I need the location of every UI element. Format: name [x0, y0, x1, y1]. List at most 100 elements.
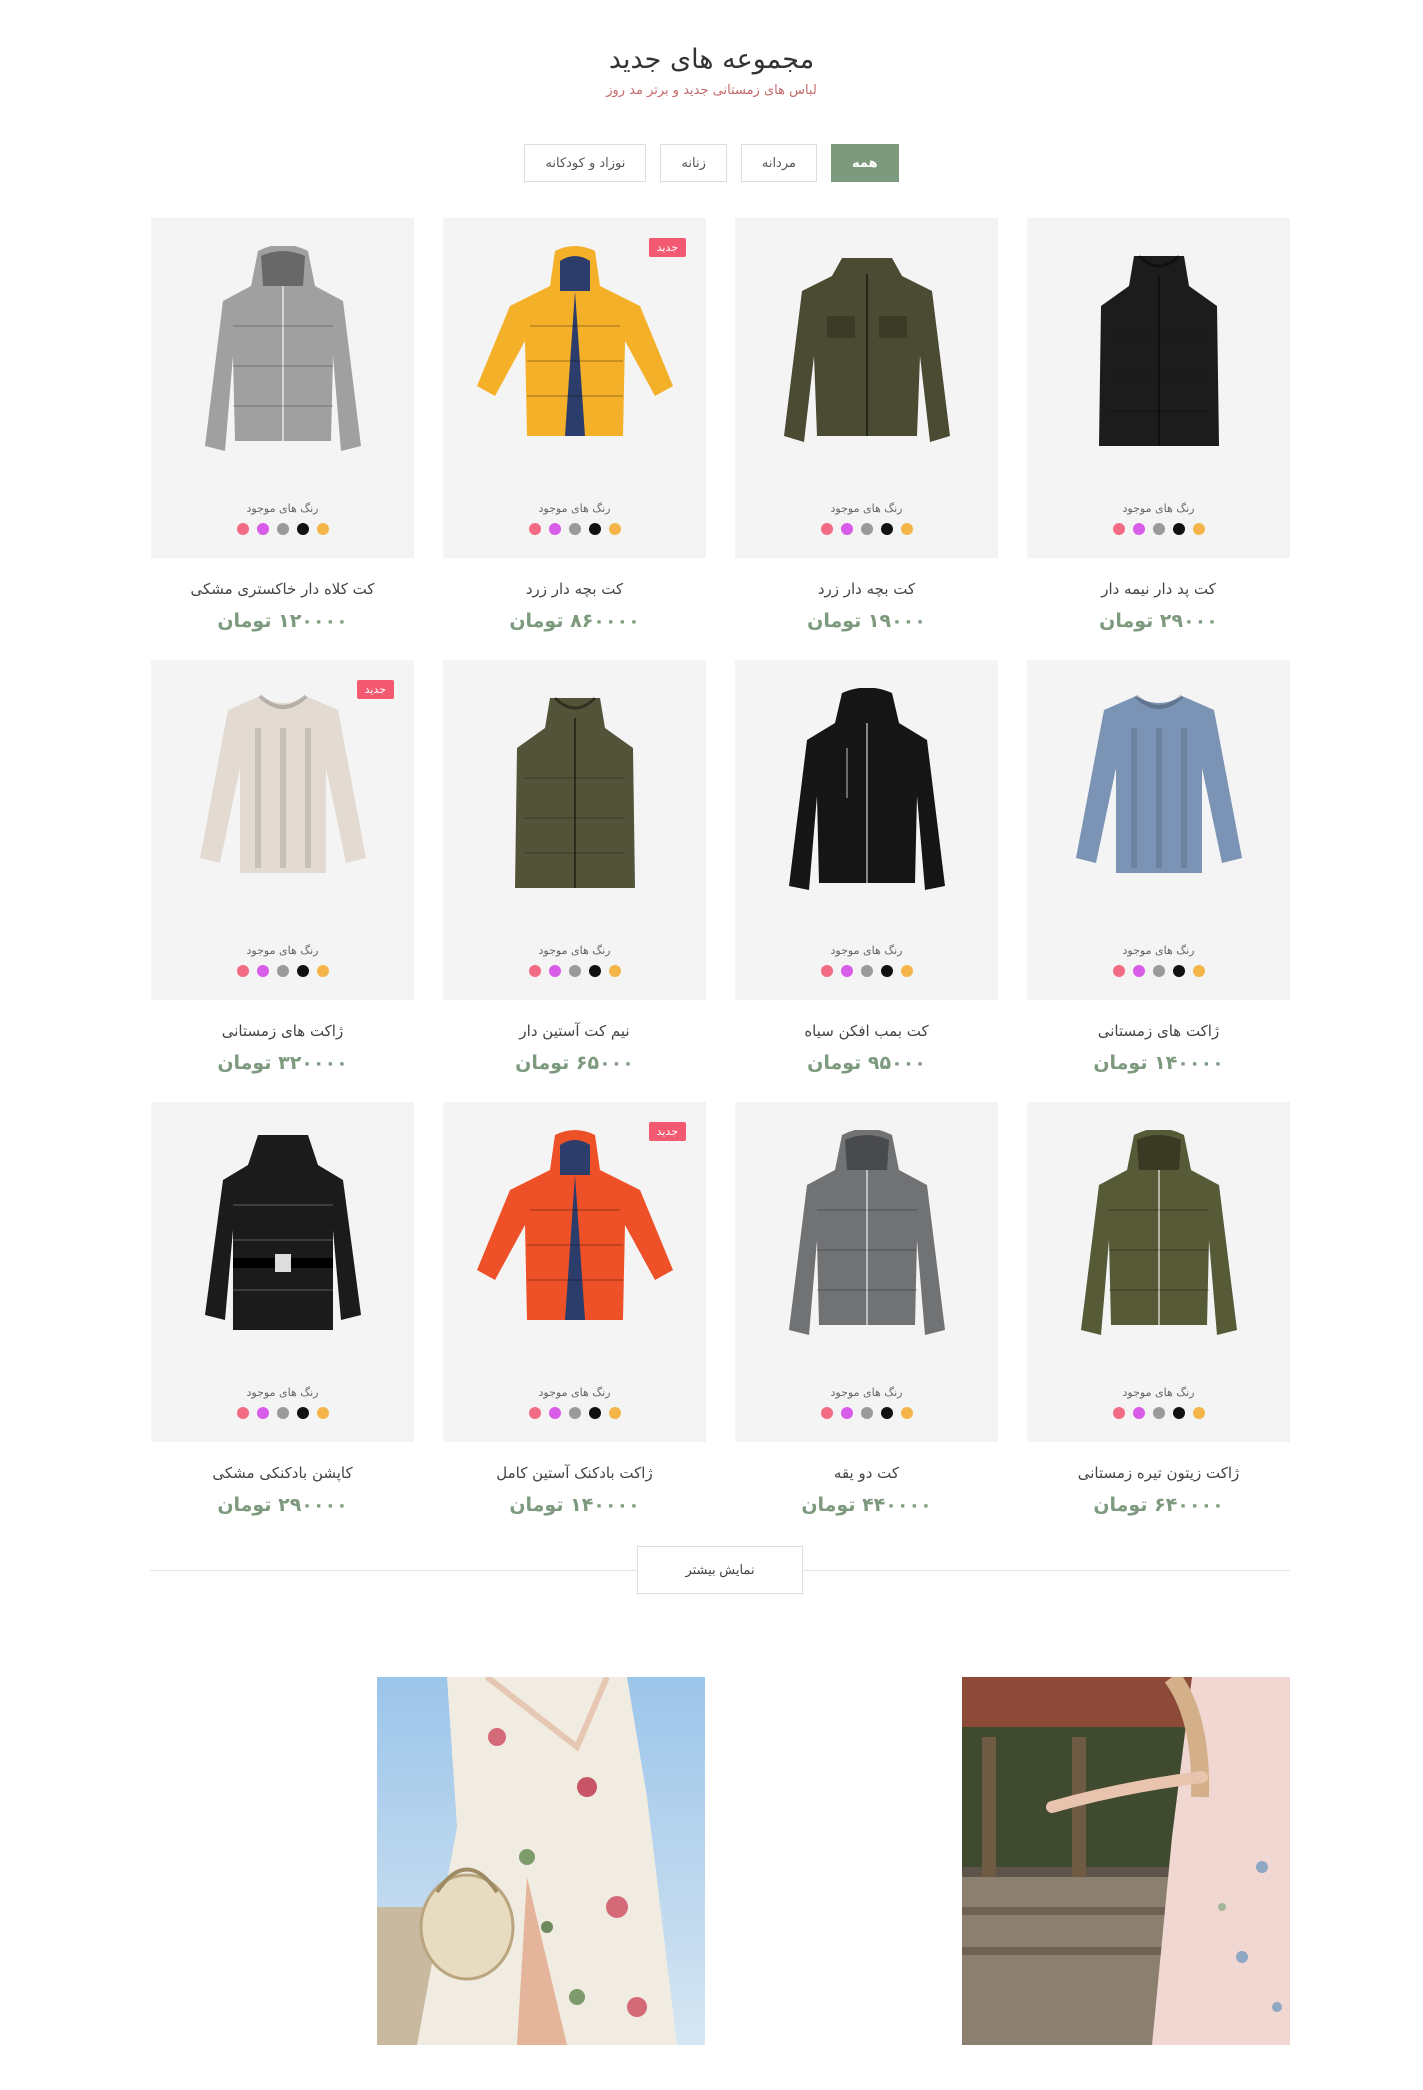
color-swatch[interactable]	[1132, 523, 1145, 535]
color-swatch[interactable]	[1152, 965, 1165, 977]
color-swatch[interactable]	[1152, 523, 1165, 535]
product-name[interactable]: کت بچه دار زرد	[735, 580, 998, 598]
product-card[interactable]: رنگ های موجود کت دو یقه ۴۴۰۰۰۰ تومان	[735, 1102, 998, 1544]
color-swatch[interactable]	[1172, 1407, 1185, 1419]
color-swatch[interactable]	[820, 965, 833, 977]
product-name[interactable]: نیم کت آستین دار	[443, 1022, 706, 1040]
color-swatch[interactable]	[820, 523, 833, 535]
color-swatch[interactable]	[276, 965, 289, 977]
product-image-area[interactable]: جدید رنگ های موجود	[443, 218, 706, 558]
product-image-area[interactable]: رنگ های موجود	[443, 660, 706, 1000]
color-swatch[interactable]	[608, 965, 621, 977]
color-swatch[interactable]	[528, 1407, 541, 1419]
color-swatch[interactable]	[1112, 965, 1125, 977]
color-swatch[interactable]	[840, 523, 853, 535]
product-name[interactable]: کاپشن بادکنکی مشکی	[151, 1464, 414, 1482]
color-swatch[interactable]	[900, 523, 913, 535]
color-swatch[interactable]	[1192, 523, 1205, 535]
product-image-area[interactable]: رنگ های موجود	[735, 660, 998, 1000]
color-swatch[interactable]	[608, 1407, 621, 1419]
color-swatch[interactable]	[880, 1407, 893, 1419]
color-swatch[interactable]	[1112, 523, 1125, 535]
product-card[interactable]: رنگ های موجود کت بمب افکن سیاه ۹۵۰۰۰ توم…	[735, 660, 998, 1102]
color-swatch[interactable]	[236, 965, 249, 977]
product-name[interactable]: ژاکت زیتون تیره زمستانی	[1027, 1464, 1290, 1482]
color-swatch[interactable]	[316, 523, 329, 535]
product-card[interactable]: رنگ های موجود کت پد دار نیمه دار ۲۹۰۰۰ ت…	[1027, 218, 1290, 660]
color-swatch[interactable]	[568, 1407, 581, 1419]
color-swatch[interactable]	[900, 1407, 913, 1419]
product-card[interactable]: رنگ های موجود کت کلاه دار خاکستری مشکی ۱…	[151, 218, 414, 660]
color-swatch[interactable]	[296, 965, 309, 977]
product-image-area[interactable]: رنگ های موجود	[1027, 1102, 1290, 1442]
product-card[interactable]: رنگ های موجود کت بچه دار زرد ۱۹۰۰۰ تومان	[735, 218, 998, 660]
product-image-area[interactable]: رنگ های موجود	[1027, 660, 1290, 1000]
color-swatch[interactable]	[296, 523, 309, 535]
promo-image-pink-dress[interactable]	[962, 1677, 1290, 2045]
color-swatch[interactable]	[860, 1407, 873, 1419]
color-swatch[interactable]	[528, 523, 541, 535]
product-image-area[interactable]: جدید رنگ های موجود	[443, 1102, 706, 1442]
color-swatch[interactable]	[1132, 1407, 1145, 1419]
color-swatch[interactable]	[608, 523, 621, 535]
color-swatch[interactable]	[900, 965, 913, 977]
color-swatch[interactable]	[256, 1407, 269, 1419]
color-swatch[interactable]	[1172, 965, 1185, 977]
product-card[interactable]: جدید رنگ های موجود کت بچه دار زرد ۸۶۰۰۰۰…	[443, 218, 706, 660]
color-swatch[interactable]	[568, 965, 581, 977]
product-card[interactable]: جدید رنگ های موجود ژاکت های زمستانی ۳۲۰۰…	[151, 660, 414, 1102]
product-name[interactable]: کت دو یقه	[735, 1464, 998, 1482]
color-swatch[interactable]	[528, 965, 541, 977]
color-swatch[interactable]	[1192, 965, 1205, 977]
product-image-area[interactable]: رنگ های موجود	[151, 1102, 414, 1442]
product-image-area[interactable]: رنگ های موجود	[1027, 218, 1290, 558]
color-swatch[interactable]	[256, 965, 269, 977]
color-swatch[interactable]	[548, 523, 561, 535]
color-swatch[interactable]	[1172, 523, 1185, 535]
color-swatch[interactable]	[296, 1407, 309, 1419]
color-swatch[interactable]	[316, 1407, 329, 1419]
color-swatch[interactable]	[1132, 965, 1145, 977]
product-name[interactable]: ژاکت های زمستانی	[151, 1022, 414, 1040]
product-image-area[interactable]: رنگ های موجود	[735, 218, 998, 558]
color-swatch[interactable]	[820, 1407, 833, 1419]
color-swatch[interactable]	[840, 965, 853, 977]
color-swatch[interactable]	[236, 523, 249, 535]
color-swatch[interactable]	[548, 965, 561, 977]
color-swatch[interactable]	[568, 523, 581, 535]
color-swatch[interactable]	[548, 1407, 561, 1419]
product-card[interactable]: رنگ های موجود نیم کت آستین دار ۶۵۰۰۰ توم…	[443, 660, 706, 1102]
filter-kids-button[interactable]: نوزاد و کودکانه	[524, 144, 647, 182]
product-name[interactable]: کت بمب افکن سیاه	[735, 1022, 998, 1040]
product-card[interactable]: رنگ های موجود ژاکت زیتون تیره زمستانی ۶۴…	[1027, 1102, 1290, 1544]
color-swatch[interactable]	[1152, 1407, 1165, 1419]
color-swatch[interactable]	[840, 1407, 853, 1419]
product-image-area[interactable]: رنگ های موجود	[735, 1102, 998, 1442]
color-swatch[interactable]	[1112, 1407, 1125, 1419]
color-swatch[interactable]	[860, 965, 873, 977]
product-name[interactable]: کت بچه دار زرد	[443, 580, 706, 598]
color-swatch[interactable]	[256, 523, 269, 535]
color-swatch[interactable]	[588, 1407, 601, 1419]
color-swatch[interactable]	[588, 965, 601, 977]
product-image-area[interactable]: جدید رنگ های موجود	[151, 660, 414, 1000]
product-name[interactable]: کت کلاه دار خاکستری مشکی	[151, 580, 414, 598]
color-swatch[interactable]	[276, 523, 289, 535]
color-swatch[interactable]	[588, 523, 601, 535]
product-name[interactable]: ژاکت های زمستانی	[1027, 1022, 1290, 1040]
load-more-button[interactable]: نمایش بیشتر	[637, 1546, 803, 1594]
color-swatch[interactable]	[860, 523, 873, 535]
color-swatch[interactable]	[316, 965, 329, 977]
color-swatch[interactable]	[880, 523, 893, 535]
product-name[interactable]: ژاکت بادکنک آستین کامل	[443, 1464, 706, 1482]
product-card[interactable]: جدید رنگ های موجود ژاکت بادکنک آستین کام…	[443, 1102, 706, 1544]
color-swatch[interactable]	[276, 1407, 289, 1419]
color-swatch[interactable]	[236, 1407, 249, 1419]
filter-women-button[interactable]: زنانه	[660, 144, 727, 182]
product-image-area[interactable]: رنگ های موجود	[151, 218, 414, 558]
color-swatch[interactable]	[1192, 1407, 1205, 1419]
promo-image-floral-dress[interactable]	[377, 1677, 705, 2045]
filter-men-button[interactable]: مردانه	[740, 144, 817, 182]
color-swatch[interactable]	[880, 965, 893, 977]
product-card[interactable]: رنگ های موجود کاپشن بادکنکی مشکی ۲۹۰۰۰۰ …	[151, 1102, 414, 1544]
